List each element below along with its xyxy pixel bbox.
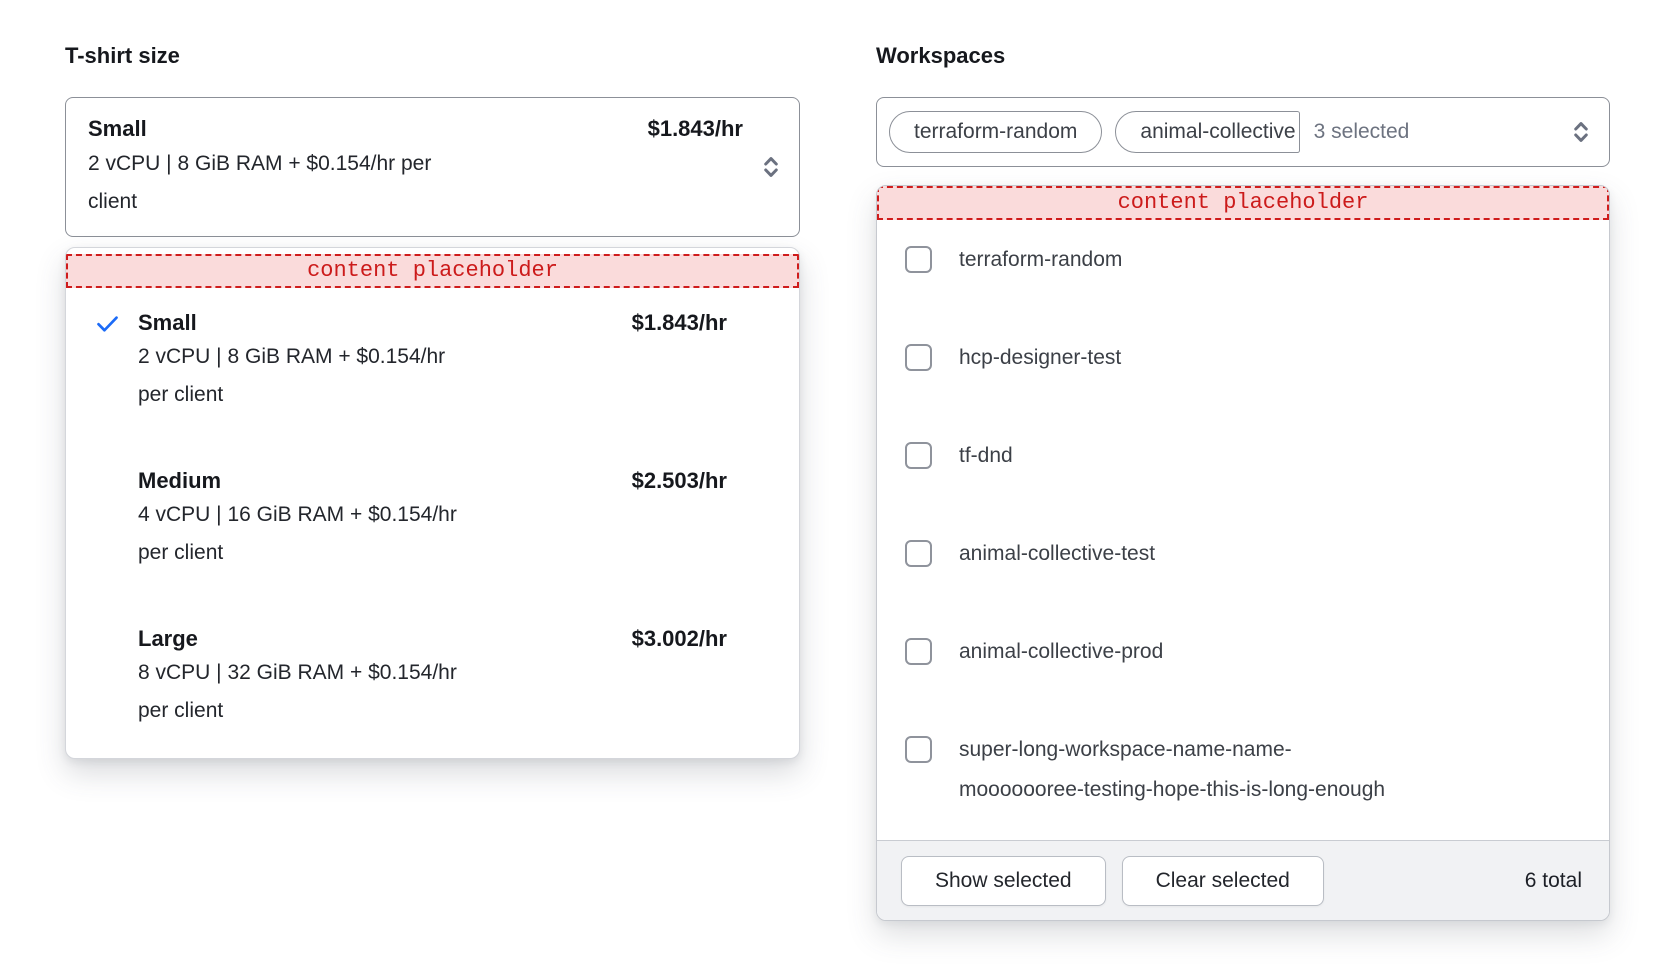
workspace-checkbox[interactable] [905, 246, 932, 273]
content-placeholder-banner: content placeholder [877, 186, 1609, 220]
clear-selected-button[interactable]: Clear selected [1122, 856, 1324, 906]
tshirt-option-small[interactable]: Small $1.843/hr 2 vCPU | 8 GiB RAM + $0.… [66, 282, 799, 440]
workspace-option-label: super-long-workspace-name-name- moooooor… [959, 730, 1385, 810]
caret-sort-icon [759, 113, 787, 221]
option-title: Medium [138, 466, 221, 496]
workspace-option-row[interactable]: hcp-designer-test [905, 338, 1589, 378]
workspace-option-row[interactable]: tf-dnd [905, 436, 1589, 476]
selected-count-text: 3 selected [1314, 120, 1410, 144]
option-description: 8 vCPU | 32 GiB RAM + $0.154/hr per clie… [138, 654, 727, 730]
tshirt-options-list: Small $1.843/hr 2 vCPU | 8 GiB RAM + $0.… [66, 282, 799, 756]
check-icon-placeholder [94, 624, 138, 730]
workspaces-section: Workspaces terraform-random animal-colle… [876, 42, 1610, 921]
option-title: Small [138, 308, 197, 338]
selected-option-description: 2 vCPU | 8 GiB RAM + $0.154/hr per clien… [88, 145, 558, 221]
option-description: 4 vCPU | 16 GiB RAM + $0.154/hr per clie… [138, 496, 727, 572]
caret-sort-icon [1569, 117, 1593, 147]
workspace-checkbox[interactable] [905, 442, 932, 469]
workspace-checkbox[interactable] [905, 344, 932, 371]
tshirt-trigger-content: Small 2 vCPU | 8 GiB RAM + $0.154/hr per… [88, 113, 636, 221]
workspace-option-row[interactable]: animal-collective-prod [905, 632, 1589, 672]
workspace-tag-truncated: animal-collective [1115, 111, 1299, 153]
selected-option-price: $1.843/hr [648, 113, 743, 221]
show-selected-button[interactable]: Show selected [901, 856, 1106, 906]
workspaces-trigger[interactable]: terraform-random animal-collective 3 sel… [876, 97, 1610, 167]
workspaces-options-list: terraform-random hcp-designer-test tf-dn… [877, 220, 1609, 840]
workspace-checkbox[interactable] [905, 540, 932, 567]
workspace-option-label: terraform-random [959, 240, 1122, 280]
workspaces-dropdown: content placeholder terraform-random hcp… [876, 185, 1610, 921]
workspace-checkbox[interactable] [905, 736, 932, 763]
tshirt-select-trigger[interactable]: Small 2 vCPU | 8 GiB RAM + $0.154/hr per… [65, 97, 800, 237]
workspace-option-label: tf-dnd [959, 436, 1013, 476]
selected-option-title: Small [88, 113, 636, 145]
workspace-option-row[interactable]: animal-collective-test [905, 534, 1589, 574]
tshirt-dropdown: content placeholder Small $1.843/hr 2 vC… [65, 247, 800, 759]
tshirt-size-label: T-shirt size [65, 42, 800, 70]
workspace-option-label: hcp-designer-test [959, 338, 1121, 378]
workspaces-label: Workspaces [876, 42, 1610, 70]
tshirt-option-medium[interactable]: Medium $2.503/hr 4 vCPU | 16 GiB RAM + $… [66, 440, 799, 598]
check-icon [94, 308, 138, 414]
workspace-option-row[interactable]: super-long-workspace-name-name- moooooor… [905, 730, 1589, 810]
option-title: Large [138, 624, 198, 654]
dropdown-footer: Show selected Clear selected 6 total [877, 840, 1609, 920]
tshirt-option-large[interactable]: Large $3.002/hr 8 vCPU | 32 GiB RAM + $0… [66, 598, 799, 756]
option-price: $1.843/hr [632, 308, 727, 338]
option-description: 2 vCPU | 8 GiB RAM + $0.154/hr per clien… [138, 338, 727, 414]
option-price: $2.503/hr [632, 466, 727, 496]
workspace-option-row[interactable]: terraform-random [905, 240, 1589, 280]
workspace-option-label: animal-collective-test [959, 534, 1155, 574]
workspace-checkbox[interactable] [905, 638, 932, 665]
option-price: $3.002/hr [632, 624, 727, 654]
workspace-tag: terraform-random [889, 111, 1102, 153]
workspace-option-label: animal-collective-prod [959, 632, 1163, 672]
check-icon-placeholder [94, 466, 138, 572]
total-count: 6 total [1525, 869, 1582, 893]
tshirt-size-section: T-shirt size Small 2 vCPU | 8 GiB RAM + … [65, 42, 800, 759]
